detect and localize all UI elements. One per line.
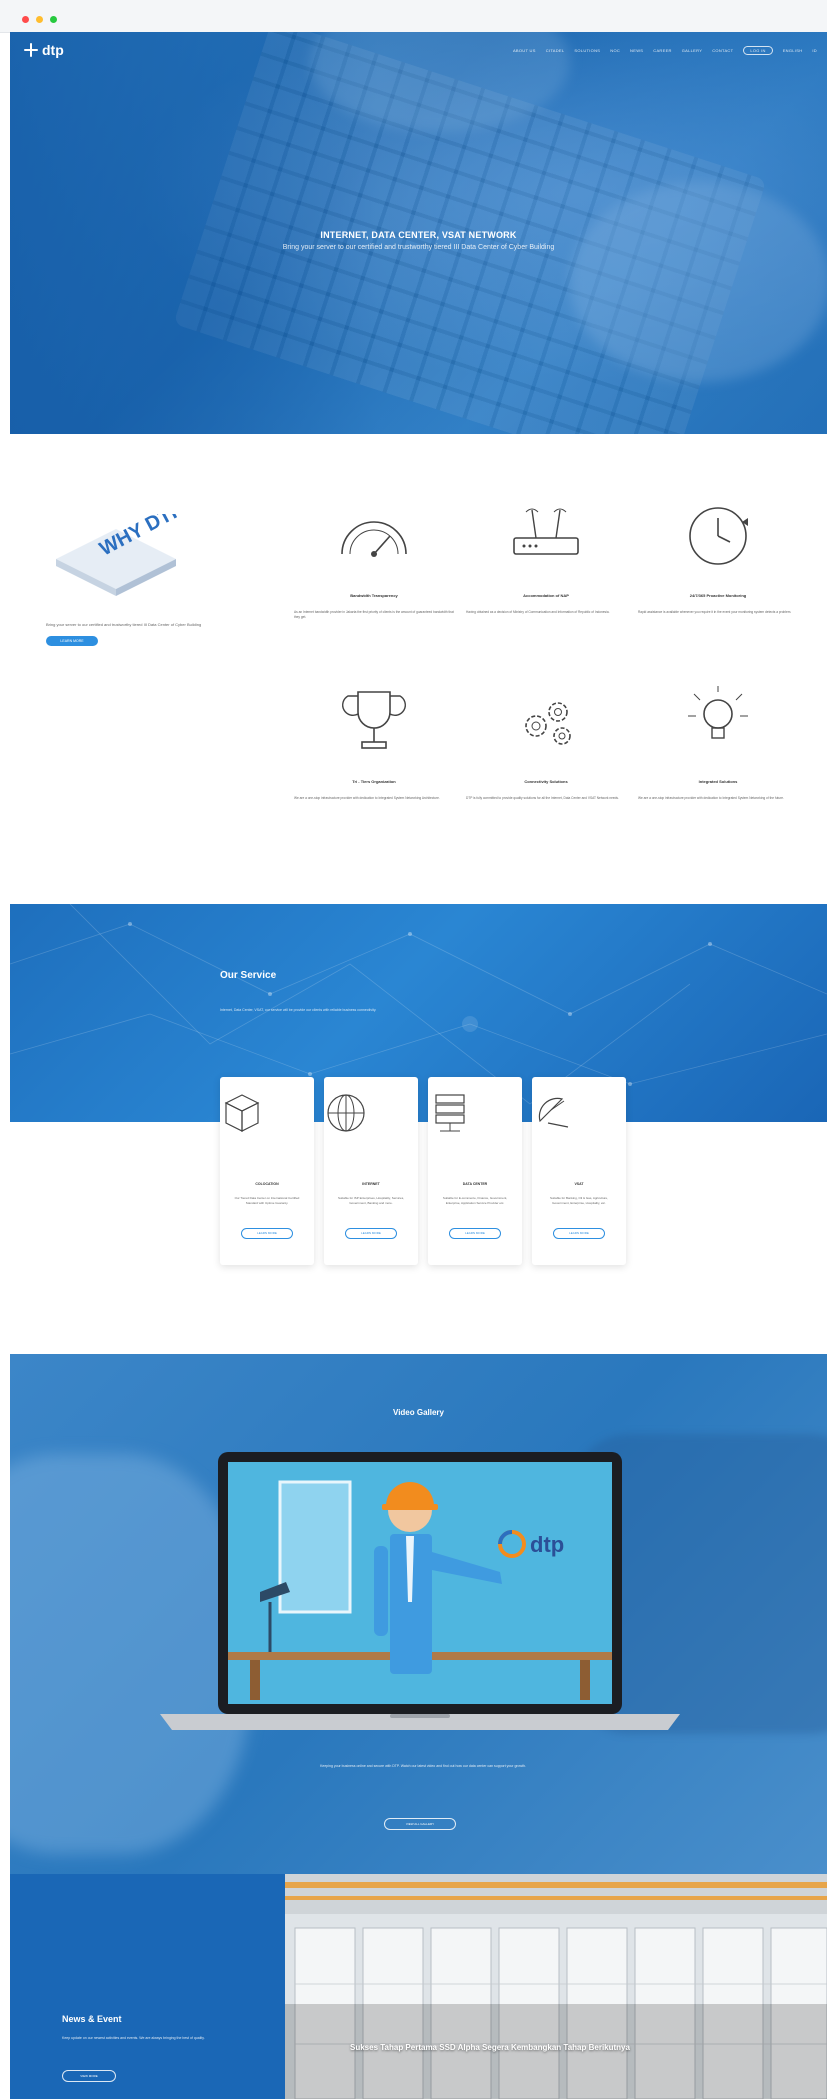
trophy-icon [342,691,406,749]
feature-item: 24/7/365 Proactive Monitoring Rapid assi… [638,496,798,615]
card-title: VSAT [574,1182,584,1186]
card-learn-more-button[interactable]: LEARN MORE [553,1228,605,1239]
service-title: Our Service [220,970,277,981]
nav-link-citadel[interactable]: CITADEL [546,48,565,53]
service-card-colocation[interactable]: COLOCATION Our Tiered Data Center on Int… [220,1077,314,1265]
view-all-gallery-button[interactable]: VIEW ALL GALLERY [384,1818,456,1830]
dtp-logo-icon [24,43,38,57]
card-desc: Our Tiered Data Center on International … [234,1196,300,1205]
nav-link-noc[interactable]: NOC [610,48,620,53]
server-box-icon [224,1094,260,1132]
browser-chrome [0,0,827,33]
close-window-icon[interactable] [22,16,29,23]
svg-text:dtp: dtp [530,1532,564,1557]
hero-subtitle: Bring your server to our certified and t… [282,244,555,251]
service-band: Our Service Internet, Data Center, VSAT,… [10,904,827,1122]
site-logo[interactable]: dtp [24,42,64,58]
nav-link-solutions[interactable]: SOLUTIONS [574,48,600,53]
feature-title: Connectivity Solutions [524,779,568,784]
news-event-section: News & Event Keep update on our newest a… [10,1874,827,2099]
feature-desc: We are a one-stop infrastructure provide… [294,796,440,800]
news-title: News & Event [62,2014,122,2024]
why-dtp-badge: WHY DTP [56,514,186,596]
minimize-window-icon[interactable] [36,16,43,23]
video-gallery-title: Video Gallery [393,1408,444,1417]
hero-title: INTERNET, DATA CENTER, VSAT NETWORK [320,230,517,240]
feature-title: Bandwidth Transparency [350,593,398,598]
top-navigation: dtp ABOUT US CITADEL SOLUTIONS NOC NEWS … [10,32,827,72]
nav-link-news[interactable]: NEWS [630,48,643,53]
nav-link-about[interactable]: ABOUT US [513,48,536,53]
rack-icon [435,1094,465,1132]
why-learn-more-button[interactable]: LEARN MORE [46,636,98,646]
card-learn-more-button[interactable]: LEARN MORE [241,1228,293,1239]
gears-icon [525,702,571,745]
our-service-section: Our Service Internet, Data Center, VSAT,… [10,904,827,1354]
video-description: Keeping your business online and secure … [320,1764,526,1768]
hero-section: dtp ABOUT US CITADEL SOLUTIONS NOC NEWS … [10,32,827,434]
feature-title: Accommodation of NAP [523,593,569,598]
feature-item: Connectivity Solutions DTP is fully comm… [466,682,626,801]
feature-item: Accommodation of NAP Having obtained as … [466,496,626,615]
card-learn-more-button[interactable]: LEARN MORE [449,1228,501,1239]
card-desc: Suitable for E-commerce, Finance, Govern… [442,1196,508,1205]
router-icon [513,508,579,555]
feature-desc: DTP is fully committed to provide qualit… [466,796,619,800]
card-desc: Suitable for Banking, Oil & Gas, Agricul… [549,1196,609,1205]
nav-links: ABOUT US CITADEL SOLUTIONS NOC NEWS CARE… [513,46,817,55]
feature-desc: Having obtained as a decision of Ministr… [466,610,610,614]
clock-icon [689,507,748,565]
logo-text: dtp [42,42,64,58]
news-photo[interactable] [285,1874,827,2099]
card-title: INTERNET [362,1182,380,1186]
feature-title: 24/7/365 Proactive Monitoring [689,593,747,598]
page: dtp ABOUT US CITADEL SOLUTIONS NOC NEWS … [10,32,827,2099]
video-gallery-section: Video Gallery dtp Keeping your business … [10,1354,827,1874]
service-card-data-center[interactable]: DATA CENTER Suitable for E-commerce, Fin… [428,1077,522,1265]
feature-desc: We are a one-stop infrastructure provide… [638,796,784,800]
news-headline[interactable]: Sukses Tahap Pertama SSD Alpha Segera Ke… [350,2042,650,2053]
news-description: Keep update on our newest activities and… [62,2036,205,2040]
nav-link-career[interactable]: CAREER [653,48,671,53]
language-id[interactable]: ID [812,48,817,53]
service-card-vsat[interactable]: VSAT Suitable for Banking, Oil & Gas, Ag… [532,1077,626,1265]
login-button[interactable]: LOG IN [743,46,773,55]
lightbulb-icon [688,686,748,739]
feature-title: Integrated Solutions [698,779,738,784]
card-learn-more-button[interactable]: LEARN MORE [345,1228,397,1239]
feature-title: Tri - Tiers Organization [352,779,396,784]
feature-item: Bandwidth Transparency As an Internet ba… [294,496,454,620]
feature-desc: Rapid assistance is available whenever y… [638,610,792,614]
card-desc: Suitable for ISP Enterprises, Hospitalit… [337,1196,405,1205]
maximize-window-icon[interactable] [50,16,57,23]
feature-item: Tri - Tiers Organization We are a one-st… [294,682,454,801]
network-lines-background [10,904,827,1105]
service-card-internet[interactable]: INTERNET Suitable for ISP Enterprises, H… [324,1077,418,1265]
nav-link-gallery[interactable]: GALLERY [682,48,702,53]
card-title: DATA CENTER [462,1182,488,1186]
satellite-dish-icon [538,1097,569,1128]
service-subtitle: Internet, Data Center, VSAT, our service… [220,1008,377,1012]
speedometer-icon [341,521,407,557]
why-description: Bring your server to our certified and t… [46,622,202,627]
video-player[interactable]: dtp [160,1452,680,1742]
feature-item: Integrated Solutions We are a one-stop i… [638,682,798,801]
feature-desc: As an Internet bandwidth provider in Jak… [294,610,454,619]
nav-link-contact[interactable]: CONTACT [712,48,733,53]
news-view-more-button[interactable]: VIEW MORE [62,2070,116,2082]
globe-icon [327,1094,365,1132]
language-en[interactable]: ENGLISH [783,48,803,53]
card-title: COLOCATION [255,1182,279,1186]
why-dtp-section: WHY DTP Bring your server to our certifi… [10,434,827,904]
